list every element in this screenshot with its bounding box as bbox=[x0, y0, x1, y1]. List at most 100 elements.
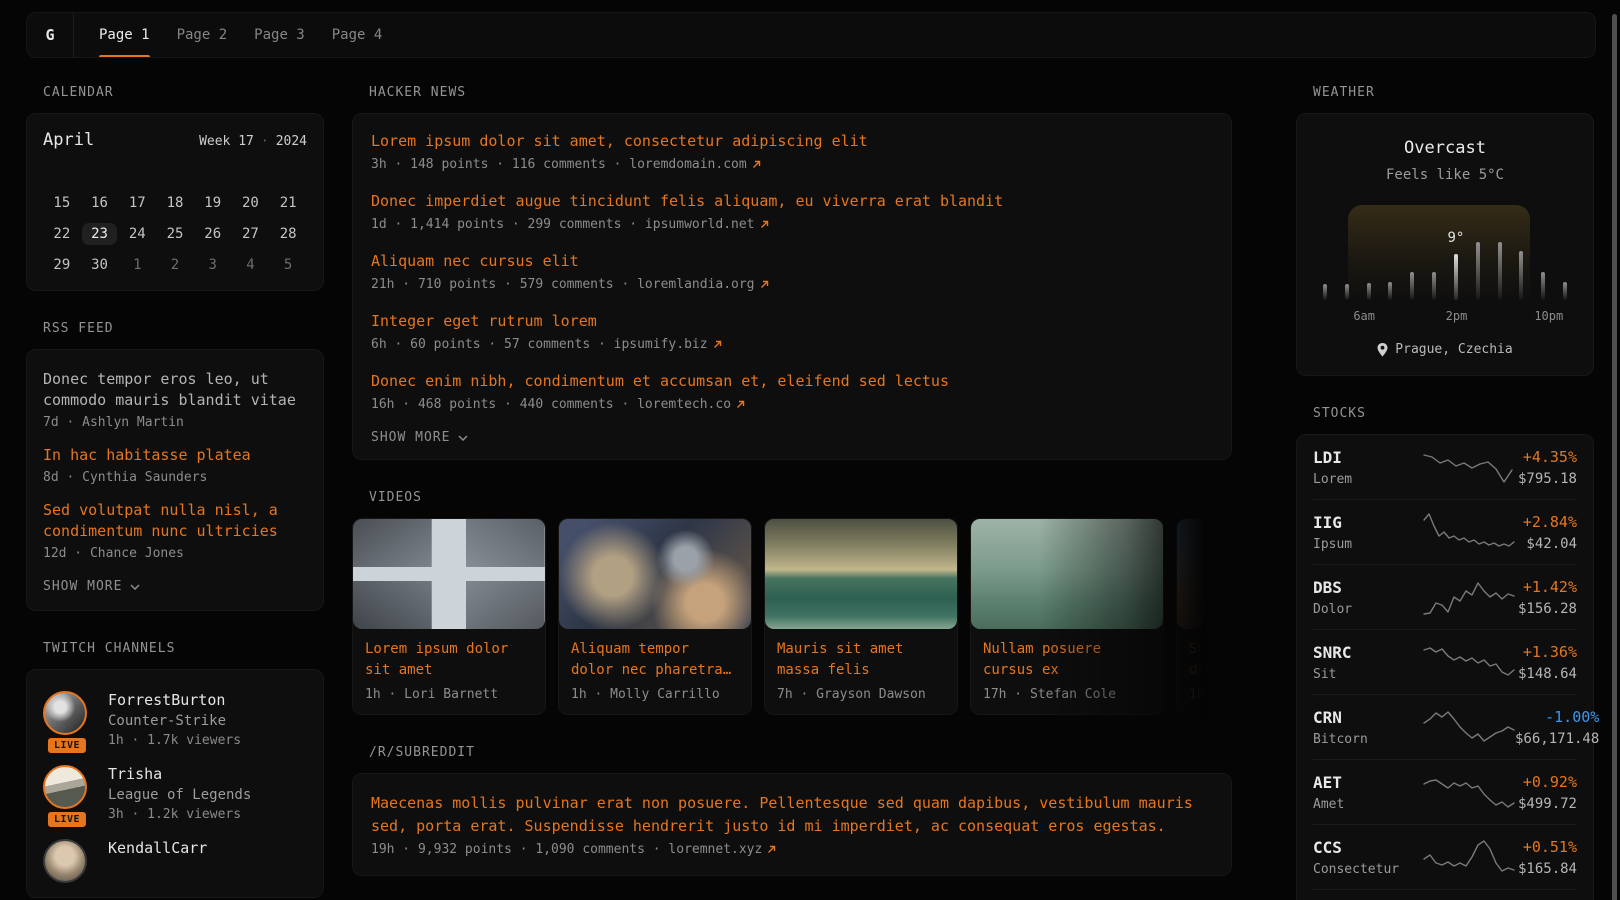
calendar-day-header bbox=[43, 164, 81, 186]
calendar-day-number: 16 bbox=[91, 195, 108, 211]
app-logo[interactable]: G bbox=[27, 13, 74, 57]
twitch-list: LIVE ForrestBurton Counter-Strike 1h · 1… bbox=[43, 691, 307, 883]
calendar-day-number: 30 bbox=[91, 257, 108, 273]
video-card[interactable]: Suspendisse diam 18h · Tara bbox=[1176, 518, 1232, 715]
rss-item-title[interactable]: Donec tempor eros leo, ut commodo mauris… bbox=[43, 369, 307, 411]
external-link-icon[interactable] bbox=[767, 845, 776, 854]
twitch-avatar-wrap bbox=[43, 839, 91, 883]
hn-item-title[interactable]: Donec imperdiet augue tincidunt felis al… bbox=[371, 193, 1213, 209]
weather-time-label-cell: 10pm bbox=[1547, 309, 1551, 323]
hn-item-title[interactable]: Integer eget rutrum lorem bbox=[371, 313, 1213, 329]
stock-identity: LDI Lorem bbox=[1313, 448, 1423, 487]
calendar-day-number: 23 bbox=[82, 223, 117, 245]
weather-hour-bar bbox=[1519, 251, 1523, 300]
weather-time-label-cell bbox=[1408, 309, 1412, 323]
rss-item: Sed volutpat nulla nisl, a condimentum n… bbox=[43, 500, 307, 561]
stock-change: +0.51% bbox=[1518, 838, 1577, 856]
page-scrollbar[interactable] bbox=[1612, 14, 1617, 900]
calendar-day: 15 bbox=[43, 190, 81, 216]
videos-carousel[interactable]: Lorem ipsum dolor sit amet consectetu… 1… bbox=[352, 518, 1232, 715]
stock-sparkline bbox=[1423, 577, 1515, 617]
twitch-channel-name: Trisha bbox=[108, 765, 251, 783]
page-tab[interactable]: Page 4 bbox=[332, 13, 383, 57]
rss-show-more-button[interactable]: SHOW MORE bbox=[43, 579, 307, 594]
hn-show-more-button[interactable]: SHOW MORE bbox=[371, 430, 1213, 445]
calendar-day-number: 15 bbox=[53, 195, 70, 211]
twitch-channel-row[interactable]: LIVE ForrestBurton Counter-Strike 1h · 1… bbox=[43, 691, 307, 748]
weather-card: Overcast Feels like 5°C 9° 6am 2pm 10pm bbox=[1296, 113, 1594, 376]
twitch-channel-info: Trisha League of Legends 3h · 1.2k viewe… bbox=[108, 765, 251, 822]
weather-section-title: WEATHER bbox=[1313, 85, 1594, 100]
stock-values: +0.92% $499.72 bbox=[1518, 773, 1577, 812]
video-thumbnail[interactable] bbox=[1177, 519, 1232, 629]
external-link-icon[interactable] bbox=[760, 220, 769, 229]
video-thumbnail[interactable] bbox=[353, 519, 545, 629]
hn-item-meta-text: 1d · 1,414 points · 299 comments · ipsum… bbox=[371, 217, 755, 232]
stock-values: -1.00% $66,171.48 bbox=[1515, 708, 1599, 747]
dashboard-columns: CALENDAR April Week 17 · 2024 15 16 17 1… bbox=[0, 58, 1620, 900]
hn-item-title[interactable]: Lorem ipsum dolor sit amet, consectetur … bbox=[371, 133, 1213, 149]
calendar-day: 20 bbox=[232, 190, 270, 216]
stock-row: AHS +0.46% bbox=[1313, 889, 1577, 900]
hn-item: Donec enim nibh, condimentum et accumsan… bbox=[371, 373, 1213, 412]
video-card[interactable]: Nullam posuere cursus ex 17h · Stefan Co… bbox=[970, 518, 1164, 715]
page-tab-label: Page 1 bbox=[99, 27, 150, 43]
rss-widget: RSS FEED Donec tempor eros leo, ut commo… bbox=[26, 321, 324, 611]
hn-item-title[interactable]: Donec enim nibh, condimentum et accumsan… bbox=[371, 373, 1213, 389]
weather-time-label-cell: 2pm bbox=[1454, 309, 1458, 323]
page-tab[interactable]: Page 1 bbox=[99, 13, 150, 57]
hn-item-meta: 6h · 60 points · 57 comments · ipsumify.… bbox=[371, 337, 1213, 352]
hn-item-meta-text: 16h · 468 points · 440 comments · loremt… bbox=[371, 397, 731, 412]
external-link-icon[interactable] bbox=[713, 340, 722, 349]
hn-card: Lorem ipsum dolor sit amet, consectetur … bbox=[352, 113, 1232, 460]
stock-identity: CCS Consectetur bbox=[1313, 838, 1423, 877]
calendar-header: April Week 17 · 2024 bbox=[43, 130, 307, 150]
rss-item-title[interactable]: Sed volutpat nulla nisl, a condimentum n… bbox=[43, 500, 307, 542]
external-link-icon[interactable] bbox=[760, 280, 769, 289]
rss-item-title[interactable]: In hac habitasse platea bbox=[43, 445, 307, 466]
stock-row: CCS Consectetur +0.51% $165.84 bbox=[1313, 824, 1577, 889]
hn-item: Donec imperdiet augue tincidunt felis al… bbox=[371, 193, 1213, 232]
page-tab-label: Page 2 bbox=[177, 27, 228, 43]
video-thumbnail[interactable] bbox=[559, 519, 751, 629]
video-card[interactable]: Mauris sit amet massa felis 7h · Grayson… bbox=[764, 518, 958, 715]
video-thumbnail[interactable] bbox=[765, 519, 957, 629]
weather-time-label-cell bbox=[1316, 309, 1320, 323]
calendar-day: 23 bbox=[81, 221, 119, 247]
chevron-down-icon bbox=[458, 435, 468, 441]
twitch-channel-row[interactable]: LIVE Trisha League of Legends 3h · 1.2k … bbox=[43, 765, 307, 822]
calendar-day: 16 bbox=[81, 190, 119, 216]
calendar-day-number: 17 bbox=[129, 195, 146, 211]
hn-item-title[interactable]: Aliquam nec cursus elit bbox=[371, 253, 1213, 269]
external-link-icon[interactable] bbox=[736, 400, 745, 409]
calendar-day-number: 5 bbox=[284, 257, 292, 273]
calendar-section-title: CALENDAR bbox=[43, 85, 324, 100]
video-thumbnail[interactable] bbox=[971, 519, 1163, 629]
hn-list: Lorem ipsum dolor sit amet, consectetur … bbox=[371, 133, 1213, 412]
stock-values: +1.36% $148.64 bbox=[1518, 643, 1577, 682]
subreddit-post-meta: 19h · 9,932 points · 1,090 comments · lo… bbox=[371, 842, 1213, 857]
external-link-icon[interactable] bbox=[752, 160, 761, 169]
weather-hour-bar bbox=[1345, 284, 1349, 300]
calendar-week-number: Week 17 bbox=[199, 134, 254, 149]
subreddit-post-title[interactable]: Maecenas mollis pulvinar erat non posuer… bbox=[371, 792, 1213, 838]
rss-section-title: RSS FEED bbox=[43, 321, 324, 336]
video-card[interactable]: Aliquam tempor dolor nec pharetra… 1h · … bbox=[558, 518, 752, 715]
page-tab[interactable]: Page 3 bbox=[254, 13, 305, 57]
subreddit-list: Maecenas mollis pulvinar erat non posuer… bbox=[371, 792, 1213, 857]
calendar-day-header bbox=[269, 164, 307, 186]
video-card[interactable]: Lorem ipsum dolor sit amet consectetu… 1… bbox=[352, 518, 546, 715]
page-tab[interactable]: Page 2 bbox=[177, 13, 228, 57]
calendar-day-number: 27 bbox=[242, 226, 259, 242]
stock-ticker: AET bbox=[1313, 773, 1423, 792]
weather-time-label-cell bbox=[1339, 309, 1343, 323]
hn-item-meta: 21h · 710 points · 579 comments · loreml… bbox=[371, 277, 1213, 292]
stock-ticker: CCS bbox=[1313, 838, 1423, 857]
weather-widget: WEATHER Overcast Feels like 5°C 9° 6am 2… bbox=[1296, 85, 1594, 376]
calendar-day-number: 20 bbox=[242, 195, 259, 211]
twitch-channel-row[interactable]: KendallCarr bbox=[43, 839, 307, 883]
videos-section-title: VIDEOS bbox=[369, 490, 1232, 505]
video-meta: 17h · Stefan Cole bbox=[983, 687, 1151, 702]
calendar-day: 4 bbox=[232, 252, 270, 278]
stock-row: LDI Lorem +4.35% $795.18 bbox=[1313, 435, 1577, 499]
